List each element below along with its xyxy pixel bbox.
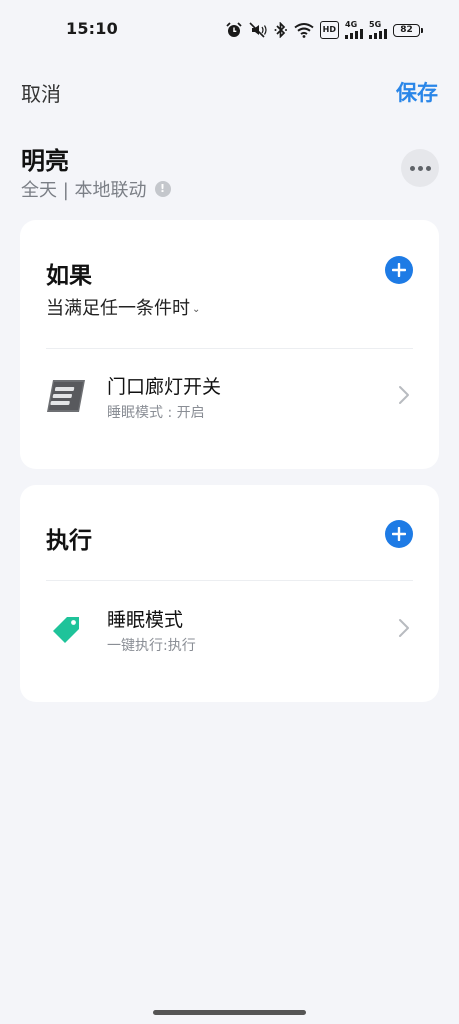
signal-4g-icon: 4G — [345, 21, 363, 39]
battery-level: 82 — [393, 23, 420, 37]
home-indicator[interactable] — [153, 1010, 306, 1015]
wall-switch-icon — [44, 374, 88, 418]
condition-item[interactable]: 门口廊灯开关 睡眠模式 : 开启 — [20, 360, 439, 430]
chevron-down-icon: ⌄ — [192, 304, 201, 315]
hd-badge: HD — [319, 21, 339, 39]
signal-5g-label: 5G — [369, 20, 382, 29]
add-action-button[interactable] — [385, 520, 413, 548]
condition-mode-label: 当满足任一条件时 — [46, 298, 190, 319]
wifi-icon — [294, 21, 314, 39]
plus-icon — [392, 263, 406, 277]
bluetooth-icon — [274, 21, 288, 39]
alarm-icon — [226, 21, 242, 39]
mute-icon — [248, 21, 268, 39]
scene-subtitle-text: 全天 | 本地联动 — [21, 180, 147, 201]
automation-edit-page: 15:10 HD 4G 5G 82 取消 保存 明亮 全天 | 本地联动 ! 如… — [0, 0, 459, 1024]
action-item-title: 睡眠模式 — [107, 609, 184, 631]
action-item[interactable]: 睡眠模式 一键执行:执行 — [20, 593, 439, 663]
signal-4g-label: 4G — [345, 20, 358, 29]
condition-heading: 如果 — [46, 263, 92, 289]
condition-card: 如果 当满足任一条件时 ⌄ 门口廊灯开关 睡眠模式 : 开启 — [20, 220, 439, 469]
more-options-button[interactable] — [401, 149, 439, 187]
scene-title[interactable]: 明亮 — [21, 141, 69, 176]
condition-item-subtitle: 睡眠模式 : 开启 — [107, 405, 205, 421]
chevron-right-icon — [399, 619, 409, 637]
more-icon — [409, 165, 415, 171]
top-nav: 取消 保存 — [0, 70, 459, 110]
status-icons: HD 4G 5G 82 — [226, 20, 423, 40]
info-icon[interactable]: ! — [154, 181, 171, 197]
status-bar: 15:10 HD 4G 5G 82 — [0, 0, 459, 58]
divider — [46, 348, 413, 349]
action-item-subtitle: 一键执行:执行 — [107, 638, 196, 654]
scene-subtitle: 全天 | 本地联动 ! — [21, 176, 171, 202]
action-card: 执行 睡眠模式 一键执行:执行 — [20, 485, 439, 702]
signal-5g-icon: 5G — [369, 21, 387, 39]
add-condition-button[interactable] — [385, 256, 413, 284]
status-time: 15:10 — [66, 19, 118, 38]
action-heading: 执行 — [46, 528, 92, 554]
condition-item-title: 门口廊灯开关 — [107, 376, 222, 398]
battery-icon: 82 — [393, 21, 423, 39]
condition-mode-dropdown[interactable]: 当满足任一条件时 ⌄ — [46, 294, 200, 320]
chevron-right-icon — [399, 386, 409, 404]
divider — [46, 580, 413, 581]
tag-icon — [44, 607, 88, 651]
cancel-button[interactable]: 取消 — [21, 78, 61, 107]
plus-icon — [392, 527, 406, 541]
save-button[interactable]: 保存 — [396, 77, 438, 107]
